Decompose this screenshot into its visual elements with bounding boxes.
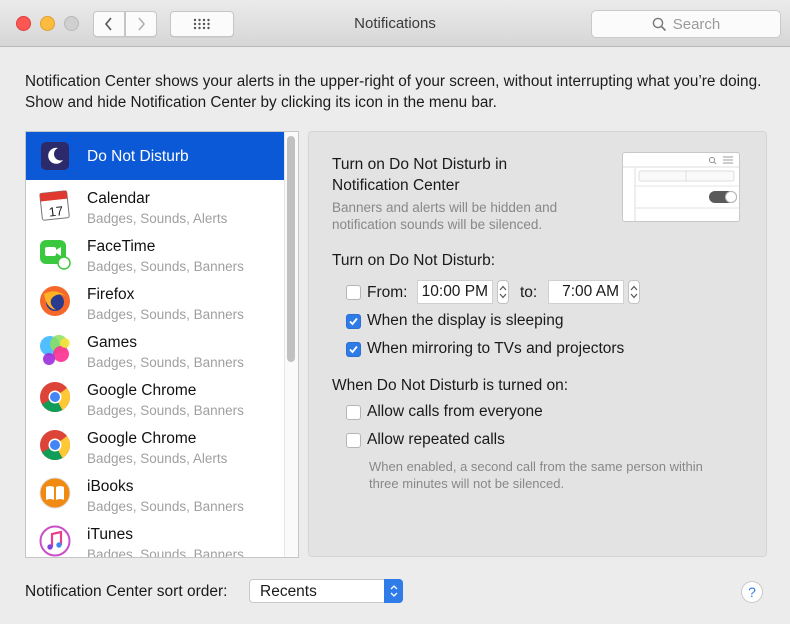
forward-button[interactable] bbox=[125, 11, 157, 37]
calendar-icon: 17 bbox=[38, 188, 72, 222]
list-item-name: iBooks bbox=[87, 478, 134, 495]
list-item-subtitle: Badges, Sounds, Banners bbox=[87, 499, 244, 514]
search-icon bbox=[652, 17, 666, 31]
list-item[interactable]: Google Chrome Badges, Sounds, Banners bbox=[26, 372, 284, 420]
schedule-checkbox[interactable] bbox=[346, 285, 361, 300]
search-placeholder: Search bbox=[672, 15, 721, 33]
moon-icon bbox=[38, 140, 72, 174]
app-list[interactable]: Do Not Disturb 17 Calendar Badges, Sound… bbox=[25, 131, 299, 558]
list-item[interactable]: iTunes Badges, Sounds, Banners bbox=[26, 516, 284, 558]
list-item-subtitle: Badges, Sounds, Banners bbox=[87, 355, 244, 370]
search-field[interactable]: Search bbox=[591, 10, 781, 38]
display-sleeping-label: When the display is sleeping bbox=[367, 312, 564, 329]
sort-order-label: Notification Center sort order: bbox=[25, 583, 228, 600]
zoom-button[interactable] bbox=[64, 16, 79, 31]
chevron-right-icon bbox=[138, 17, 146, 31]
list-item-name: Google Chrome bbox=[87, 430, 197, 447]
help-button[interactable]: ? bbox=[741, 581, 763, 603]
list-item[interactable]: Firefox Badges, Sounds, Banners bbox=[26, 276, 284, 324]
close-button[interactable] bbox=[16, 16, 31, 31]
svg-text:17: 17 bbox=[48, 203, 64, 219]
allow-everyone-checkbox[interactable] bbox=[346, 405, 361, 420]
list-item-name: Firefox bbox=[87, 286, 135, 303]
from-time-field[interactable]: 10:00 PM bbox=[417, 280, 493, 304]
itunes-icon bbox=[38, 524, 72, 557]
from-time-stepper[interactable] bbox=[497, 280, 509, 304]
to-time-value: 7:00 AM bbox=[562, 283, 619, 300]
when-dnd-on-heading: When Do Not Disturb is turned on: bbox=[332, 377, 569, 394]
display-sleeping-checkbox[interactable] bbox=[346, 314, 361, 329]
list-item-subtitle: Badges, Sounds, Banners bbox=[87, 307, 244, 322]
to-time-field[interactable]: 7:00 AM bbox=[548, 280, 624, 304]
allow-repeated-label: Allow repeated calls bbox=[367, 431, 505, 448]
nc-dnd-desc-line2: notification sounds will be silenced. bbox=[332, 217, 543, 232]
select-arrows-icon bbox=[384, 579, 403, 603]
list-item-name: iTunes bbox=[87, 526, 133, 543]
list-item[interactable]: Games Badges, Sounds, Banners bbox=[26, 324, 284, 372]
list-item[interactable]: FaceTime Badges, Sounds, Banners bbox=[26, 228, 284, 276]
show-all-button[interactable] bbox=[170, 11, 234, 37]
facetime-icon bbox=[38, 236, 72, 270]
game-center-icon bbox=[38, 332, 72, 366]
sort-order-select[interactable]: Recents bbox=[249, 579, 403, 603]
list-item-subtitle: Badges, Sounds, Banners bbox=[87, 403, 244, 418]
nc-preview-illustration bbox=[622, 152, 740, 222]
list-item-subtitle: Badges, Sounds, Alerts bbox=[87, 211, 228, 226]
back-button[interactable] bbox=[93, 11, 125, 37]
chrome-icon bbox=[38, 380, 72, 414]
repeated-desc-line2: three minutes will not be silenced. bbox=[369, 476, 565, 491]
list-item[interactable]: Google Chrome Badges, Sounds, Alerts bbox=[26, 420, 284, 468]
list-item[interactable]: iBooks Badges, Sounds, Banners bbox=[26, 468, 284, 516]
from-label: From: bbox=[367, 284, 408, 301]
intro-text: Notification Center shows your alerts in… bbox=[25, 73, 762, 111]
ibooks-icon bbox=[38, 476, 72, 510]
stepper-icon bbox=[499, 285, 507, 299]
title-bar: Notifications Search bbox=[0, 0, 790, 47]
from-time-value: 10:00 PM bbox=[421, 283, 488, 300]
nc-dnd-heading-line1: Turn on Do Not Disturb in bbox=[332, 156, 508, 173]
checkmark-icon bbox=[349, 345, 358, 354]
repeated-desc-line1: When enabled, a second call from the sam… bbox=[369, 459, 703, 474]
moon-icon bbox=[644, 191, 652, 201]
firefox-icon bbox=[38, 284, 72, 318]
minimize-button[interactable] bbox=[40, 16, 55, 31]
list-item-subtitle: Badges, Sounds, Alerts bbox=[87, 451, 228, 466]
mirroring-checkbox[interactable] bbox=[346, 342, 361, 357]
list-item[interactable]: 17 Calendar Badges, Sounds, Alerts bbox=[26, 180, 284, 228]
checkmark-icon bbox=[349, 317, 358, 326]
stepper-icon bbox=[630, 285, 638, 299]
list-item-name: FaceTime bbox=[87, 238, 156, 255]
allow-repeated-checkbox[interactable] bbox=[346, 433, 361, 448]
chevron-left-icon bbox=[104, 17, 112, 31]
grid-icon bbox=[193, 18, 210, 30]
nc-dnd-heading-line2: Notification Center bbox=[332, 177, 460, 194]
list-item[interactable]: Do Not Disturb bbox=[26, 132, 284, 180]
list-icon bbox=[723, 156, 733, 164]
search-icon bbox=[708, 156, 717, 165]
toggle-icon bbox=[709, 191, 737, 203]
scrollbar-thumb[interactable] bbox=[287, 136, 295, 362]
list-item-name: Google Chrome bbox=[87, 382, 197, 399]
list-item-name: Do Not Disturb bbox=[87, 148, 189, 165]
list-item-subtitle: Badges, Sounds, Banners bbox=[87, 547, 244, 558]
mirroring-label: When mirroring to TVs and projectors bbox=[367, 340, 625, 357]
list-item-subtitle: Badges, Sounds, Banners bbox=[87, 259, 244, 274]
nc-dnd-desc-line1: Banners and alerts will be hidden and bbox=[332, 200, 558, 215]
to-time-stepper[interactable] bbox=[628, 280, 640, 304]
allow-everyone-label: Allow calls from everyone bbox=[367, 403, 543, 420]
chrome-icon bbox=[38, 428, 72, 462]
list-item-name: Games bbox=[87, 334, 137, 351]
to-label: to: bbox=[520, 284, 538, 301]
list-item-name: Calendar bbox=[87, 190, 150, 207]
turn-on-dnd-heading: Turn on Do Not Disturb: bbox=[332, 252, 496, 269]
sort-order-value: Recents bbox=[260, 583, 317, 600]
